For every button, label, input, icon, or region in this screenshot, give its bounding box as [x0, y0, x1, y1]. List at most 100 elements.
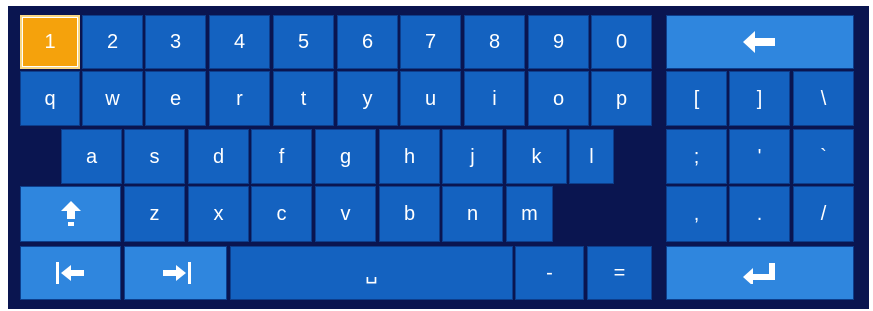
key-label: d — [212, 145, 225, 168]
key-label: 2 — [106, 31, 119, 53]
key-label: m — [521, 203, 538, 225]
key-label: 5 — [297, 31, 310, 53]
key-label: t — [300, 87, 307, 110]
key-i[interactable]: i — [464, 71, 525, 126]
cursor-left-icon — [55, 262, 86, 284]
key-j[interactable]: j — [442, 129, 503, 184]
key-r[interactable]: r — [209, 71, 270, 126]
key-label: v — [340, 203, 351, 225]
key-2[interactable]: 2 — [82, 15, 143, 69]
key-label: j — [470, 145, 475, 168]
key-label: a — [85, 145, 98, 168]
key-z[interactable]: z — [124, 186, 185, 242]
key-1[interactable]: 1 — [20, 15, 80, 69]
key-g[interactable]: g — [315, 129, 376, 184]
key-right-bracket[interactable]: ] — [729, 71, 790, 126]
key-w[interactable]: w — [82, 71, 143, 126]
key-label: g — [339, 145, 352, 168]
key-label: z — [149, 203, 160, 225]
key-semicolon[interactable]: ; — [666, 129, 727, 184]
key-label: q — [44, 87, 56, 110]
key-label: 3 — [169, 31, 182, 53]
key-8[interactable]: 8 — [464, 15, 525, 69]
key-label: l — [589, 145, 594, 168]
key-label: o — [552, 87, 565, 110]
key-label: k — [531, 145, 542, 168]
key-label: u — [424, 87, 437, 110]
key-b[interactable]: b — [379, 186, 440, 242]
key-backtick[interactable]: ` — [793, 129, 854, 184]
key-q[interactable]: q — [20, 71, 80, 126]
key-label: p — [615, 87, 628, 110]
key-label: = — [613, 262, 626, 284]
key-0[interactable]: 0 — [591, 15, 652, 69]
key-label: x — [213, 203, 224, 225]
key-label: ; — [693, 145, 700, 168]
key-6[interactable]: 6 — [337, 15, 398, 69]
key-label: 9 — [552, 31, 565, 53]
key-apostrophe[interactable]: ' — [729, 129, 790, 184]
key-y[interactable]: y — [337, 71, 398, 126]
cursor-right-key[interactable] — [124, 246, 227, 300]
key-u[interactable]: u — [400, 71, 461, 126]
key-label: 7 — [424, 31, 437, 53]
key-k[interactable]: k — [506, 129, 567, 184]
key-label: r — [236, 87, 243, 110]
key-m[interactable]: m — [506, 186, 553, 242]
key-label: , — [693, 203, 700, 225]
key-label: c — [276, 203, 287, 225]
key-minus[interactable]: - — [515, 246, 584, 300]
key-x[interactable]: x — [188, 186, 249, 242]
key-3[interactable]: 3 — [145, 15, 206, 69]
key-f[interactable]: f — [251, 129, 312, 184]
key-v[interactable]: v — [315, 186, 376, 242]
backspace-arrow-icon — [743, 31, 777, 53]
shift-key[interactable] — [20, 186, 121, 242]
key-label: w — [105, 87, 120, 110]
key-4[interactable]: 4 — [209, 15, 270, 69]
key-t[interactable]: t — [273, 71, 334, 126]
key-label: b — [403, 203, 416, 225]
key-backslash[interactable]: \ — [793, 71, 854, 126]
key-label: 6 — [361, 31, 374, 53]
key-label: i — [492, 87, 497, 110]
key-label: f — [278, 145, 285, 168]
key-p[interactable]: p — [591, 71, 652, 126]
key-l[interactable]: l — [569, 129, 614, 184]
key-c[interactable]: c — [251, 186, 312, 242]
backspace-key[interactable] — [666, 15, 854, 69]
key-label: e — [169, 87, 182, 110]
key-s[interactable]: s — [124, 129, 185, 184]
key-5[interactable]: 5 — [273, 15, 334, 69]
key-label: \ — [820, 87, 827, 110]
key-left-bracket[interactable]: [ — [666, 71, 727, 126]
key-7[interactable]: 7 — [400, 15, 461, 69]
key-n[interactable]: n — [442, 186, 503, 242]
key-h[interactable]: h — [379, 129, 440, 184]
key-comma[interactable]: , — [666, 186, 727, 242]
key-label: 0 — [615, 31, 628, 53]
key-label: y — [362, 87, 373, 110]
key-label: s — [149, 145, 160, 168]
key-label: 4 — [233, 31, 246, 53]
key-period[interactable]: . — [729, 186, 790, 242]
key-label: h — [403, 145, 416, 168]
shift-arrow-icon — [60, 201, 81, 227]
enter-key[interactable] — [666, 246, 854, 300]
key-equals[interactable]: = — [587, 246, 652, 300]
key-label: [ — [693, 87, 700, 110]
key-o[interactable]: o — [528, 71, 589, 126]
key-label: 1 — [44, 31, 56, 53]
space-key[interactable]: ␣ — [230, 246, 513, 300]
key-slash[interactable]: / — [793, 186, 854, 242]
key-label: ] — [756, 87, 763, 110]
key-d[interactable]: d — [188, 129, 249, 184]
key-a[interactable]: a — [61, 129, 122, 184]
space-symbol: ␣ — [365, 262, 378, 284]
key-label: 8 — [488, 31, 501, 53]
key-label: . — [756, 203, 763, 225]
key-9[interactable]: 9 — [528, 15, 589, 69]
cursor-left-key[interactable] — [20, 246, 121, 300]
key-label: / — [820, 203, 827, 225]
key-e[interactable]: e — [145, 71, 206, 126]
